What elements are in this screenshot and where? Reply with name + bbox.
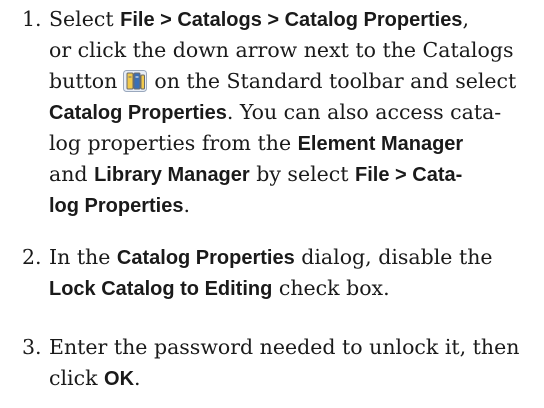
text-line: Lock Catalog to Editing check box. <box>49 273 544 304</box>
text-line: button on the Standard toolbar and selec… <box>49 66 544 97</box>
text: . <box>134 366 141 390</box>
text-line: Enter the password needed to unlock it, … <box>49 332 544 363</box>
step-number: 2. <box>22 245 42 269</box>
text: or click the down arrow next to the Cata… <box>49 38 514 62</box>
checkbox-name: Lock Catalog to Editing <box>49 278 273 300</box>
menu-item-name: Catalog Properties <box>49 102 227 124</box>
step-number: 1. <box>22 7 42 31</box>
library-manager-name: Library Manager <box>94 164 250 186</box>
text-line: log Properties. <box>49 190 544 221</box>
text-line: or click the down arrow next to the Cata… <box>49 35 544 66</box>
menu-path: File > Cata- <box>355 164 463 186</box>
menu-path: File > Catalogs > Catalog Properties <box>120 9 463 31</box>
text: by select <box>249 162 356 186</box>
text: In the <box>49 245 117 269</box>
text: , <box>462 7 469 31</box>
text-line: log properties from the Element Manager <box>49 128 544 159</box>
text: click <box>49 366 105 390</box>
catalogs-book-icon <box>122 68 148 94</box>
step-number: 3. <box>22 335 42 359</box>
menu-path: log Properties <box>49 195 184 217</box>
text: button <box>49 69 118 93</box>
dialog-name: Catalog Properties <box>116 247 295 269</box>
text: and <box>49 162 95 186</box>
text-line: Select File > Catalogs > Catalog Propert… <box>49 4 544 35</box>
text: dialog, disable the <box>294 245 493 269</box>
text: log properties from the <box>49 131 298 155</box>
text: Select <box>49 7 121 31</box>
text-line: Catalog Properties. You can also access … <box>49 97 544 128</box>
text: . <box>183 193 191 217</box>
button-name: OK <box>104 368 135 390</box>
step-text: Enter the password needed to unlock it, … <box>49 332 544 394</box>
text-line: and Library Manager by select File > Cat… <box>49 159 544 190</box>
element-manager-name: Element Manager <box>297 133 464 155</box>
text: Enter the password needed to unlock it, … <box>49 335 520 359</box>
text: on the Standard toolbar and select <box>154 69 517 93</box>
text: . You can also access cata- <box>226 100 502 124</box>
step-text: In the Catalog Properties dialog, disabl… <box>49 242 544 304</box>
step-text: Select File > Catalogs > Catalog Propert… <box>49 4 544 221</box>
text-line: click OK. <box>49 363 544 394</box>
text-line: In the Catalog Properties dialog, disabl… <box>49 242 544 273</box>
instruction-document: 1. Select File > Catalogs > Catalog Prop… <box>0 0 544 408</box>
text: check box. <box>272 276 390 300</box>
